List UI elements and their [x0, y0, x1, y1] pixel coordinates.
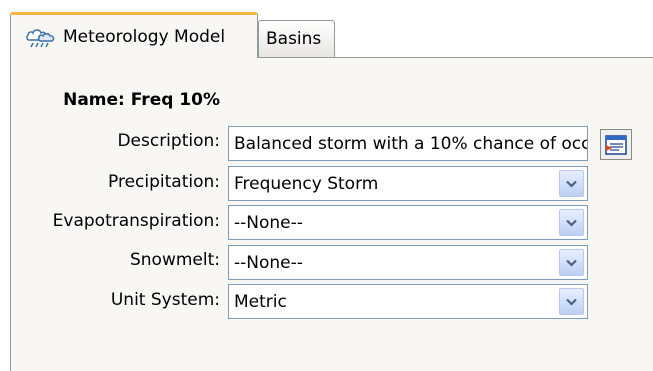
tab-meteorology-model-label: Meteorology Model [63, 26, 226, 47]
unit-system-dropdown-button[interactable] [559, 288, 584, 315]
unit-system-label: Unit System: [110, 290, 220, 310]
description-editor-button[interactable] [600, 129, 632, 160]
chevron-down-icon [566, 219, 577, 227]
snowmelt-dropdown-button[interactable] [559, 249, 584, 276]
unit-system-select[interactable]: Metric [228, 284, 588, 319]
snowmelt-label: Snowmelt: [129, 250, 220, 270]
evapotranspiration-dropdown-button[interactable] [559, 209, 584, 236]
precipitation-label: Precipitation: [108, 172, 220, 192]
tab-basins-label: Basins [266, 29, 322, 49]
chevron-down-icon [566, 180, 577, 188]
snowmelt-value: --None-- [234, 252, 303, 273]
precipitation-select[interactable]: Frequency Storm [228, 166, 588, 201]
name-row: Name: Freq 10% [63, 90, 220, 110]
tab-basins[interactable]: Basins [258, 20, 335, 57]
description-value: Balanced storm with a 10% chance of occu… [234, 133, 587, 154]
unit-system-value: Metric [234, 291, 287, 312]
description-field[interactable]: Balanced storm with a 10% chance of occu… [228, 126, 588, 161]
evapotranspiration-value: --None-- [234, 212, 303, 233]
weather-cloud-icon [26, 28, 55, 47]
evapotranspiration-select[interactable]: --None-- [228, 205, 588, 240]
name-value: Freq 10% [130, 90, 220, 110]
tab-strip: Meteorology Model Basins [0, 0, 653, 58]
chevron-down-icon [566, 259, 577, 267]
name-label: Name: [63, 90, 125, 110]
chevron-down-icon [566, 298, 577, 306]
text-editor-icon [605, 134, 627, 155]
description-label: Description: [117, 131, 220, 151]
precipitation-value: Frequency Storm [234, 173, 379, 194]
tab-meteorology-model[interactable]: Meteorology Model [10, 12, 258, 58]
precipitation-dropdown-button[interactable] [559, 170, 584, 197]
evapotranspiration-label: Evapotranspiration: [52, 211, 220, 231]
snowmelt-select[interactable]: --None-- [228, 245, 588, 280]
